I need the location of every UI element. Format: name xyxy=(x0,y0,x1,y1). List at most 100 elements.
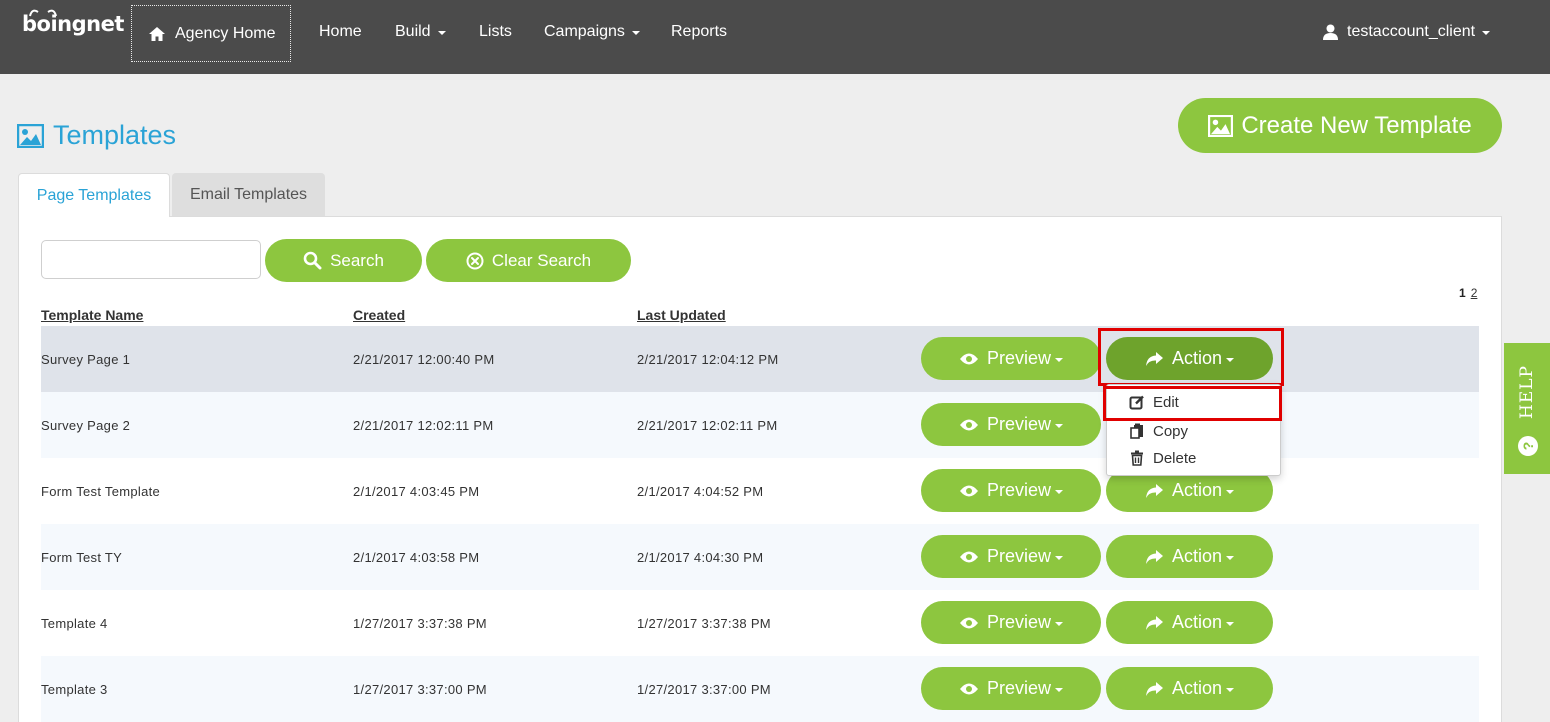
share-arrow-icon xyxy=(1145,483,1163,498)
agency-home-link[interactable]: Agency Home xyxy=(131,5,291,62)
agency-home-label: Agency Home xyxy=(175,24,276,42)
preview-label: Preview xyxy=(986,480,1052,500)
nav-home[interactable]: Home xyxy=(319,23,362,41)
action-button[interactable]: Action xyxy=(1106,535,1273,578)
nav-reports[interactable]: Reports xyxy=(671,23,727,41)
search-button-label: Search xyxy=(330,250,384,270)
caret-down-icon xyxy=(1226,621,1235,626)
share-arrow-icon xyxy=(1145,549,1163,564)
row-template-name: Survey Page 2 xyxy=(41,417,131,433)
image-icon xyxy=(17,123,44,148)
search-button[interactable]: Search xyxy=(265,239,422,282)
clear-search-button[interactable]: Clear Search xyxy=(426,239,631,282)
row-template-name: Template 4 xyxy=(41,615,108,631)
caret-down-icon xyxy=(1055,621,1064,626)
clear-search-button-label: Clear Search xyxy=(491,250,592,270)
row-template-name: Form Test Template xyxy=(41,483,161,499)
nav-build-label: Build xyxy=(395,23,431,40)
row-last-updated: 1/27/2017 3:37:38 PM xyxy=(637,615,771,631)
preview-button[interactable]: Preview xyxy=(921,337,1101,380)
logo-horns-icon xyxy=(29,9,57,17)
image-icon xyxy=(1208,114,1234,137)
eye-icon xyxy=(959,683,978,694)
menu-item-delete[interactable]: Delete xyxy=(1107,445,1282,471)
copy-icon xyxy=(1130,423,1143,439)
row-created: 2/1/2017 4:03:58 PM xyxy=(353,549,480,565)
nav-lists-label: Lists xyxy=(479,23,512,40)
menu-item-delete-label: Delete xyxy=(1153,449,1197,467)
eye-icon xyxy=(959,617,978,628)
preview-button[interactable]: Preview xyxy=(921,469,1101,512)
tab-email-templates-label: Email Templates xyxy=(189,186,308,203)
menu-item-copy[interactable]: Copy xyxy=(1107,418,1282,444)
caret-down-icon xyxy=(1226,489,1235,494)
user-icon xyxy=(1323,24,1338,40)
eye-icon xyxy=(959,419,978,430)
nav-build[interactable]: Build xyxy=(395,23,446,41)
preview-label: Preview xyxy=(986,612,1052,632)
row-created: 1/27/2017 3:37:38 PM xyxy=(353,615,487,631)
caret-down-icon xyxy=(1055,687,1064,692)
preview-button[interactable]: Preview xyxy=(921,601,1101,644)
column-header-template-name[interactable]: Template Name xyxy=(41,307,143,323)
caret-down-icon xyxy=(1226,555,1235,560)
column-header-last-updated[interactable]: Last Updated xyxy=(637,307,726,323)
table-row: Template 4 1/27/2017 3:37:38 PM 1/27/201… xyxy=(41,590,1479,656)
tab-page-templates-label: Page Templates xyxy=(36,186,152,204)
search-input[interactable] xyxy=(41,240,261,279)
tab-email-templates[interactable]: Email Templates xyxy=(172,173,325,217)
row-template-name: Form Test TY xyxy=(41,549,123,565)
row-created: 2/21/2017 12:00:40 PM xyxy=(353,351,495,367)
action-label: Action xyxy=(1171,612,1223,632)
caret-down-icon xyxy=(1055,423,1064,428)
eye-icon xyxy=(959,551,978,562)
row-last-updated: 2/21/2017 12:02:11 PM xyxy=(637,417,778,433)
row-last-updated: 2/1/2017 4:04:30 PM xyxy=(637,549,764,565)
user-menu[interactable]: testaccount_client xyxy=(1323,23,1491,41)
nav-campaigns[interactable]: Campaigns xyxy=(544,23,640,41)
tab-page-templates[interactable]: Page Templates xyxy=(18,173,170,217)
menu-item-copy-label: Copy xyxy=(1153,422,1189,440)
preview-button[interactable]: Preview xyxy=(921,535,1101,578)
pagination: 12 xyxy=(1459,286,1477,300)
action-button[interactable]: Action xyxy=(1106,667,1273,710)
page-link-2[interactable]: 2 xyxy=(1471,286,1478,300)
preview-label: Preview xyxy=(986,414,1052,434)
create-new-template-label: Create New Template xyxy=(1241,111,1472,139)
preview-label: Preview xyxy=(986,546,1052,566)
table-row: Form Test TY 2/1/2017 4:03:58 PM 2/1/201… xyxy=(41,524,1479,590)
page-title: Templates xyxy=(17,120,176,151)
row-last-updated: 2/1/2017 4:04:52 PM xyxy=(637,483,764,499)
preview-button[interactable]: Preview xyxy=(921,667,1101,710)
caret-down-icon xyxy=(1055,489,1064,494)
column-header-created[interactable]: Created xyxy=(353,307,405,323)
row-created: 2/21/2017 12:02:11 PM xyxy=(353,417,494,433)
caret-down-icon xyxy=(1055,357,1064,362)
highlight-edit-item xyxy=(1103,386,1282,421)
search-icon xyxy=(303,251,322,270)
action-button[interactable]: Action xyxy=(1106,601,1273,644)
share-arrow-icon xyxy=(1145,681,1163,696)
trash-icon xyxy=(1131,450,1143,466)
page-title-text: Templates xyxy=(53,120,177,150)
nav-home-label: Home xyxy=(319,23,362,40)
table-row: Template 3 1/27/2017 3:37:00 PM 1/27/201… xyxy=(41,656,1479,722)
share-arrow-icon xyxy=(1145,615,1163,630)
home-icon xyxy=(149,26,165,41)
nav-campaigns-label: Campaigns xyxy=(544,23,625,40)
eye-icon xyxy=(959,353,978,364)
action-label: Action xyxy=(1171,546,1223,566)
eye-icon xyxy=(959,485,978,496)
preview-button[interactable]: Preview xyxy=(921,403,1101,446)
question-icon: ? xyxy=(1518,436,1538,456)
row-last-updated: 1/27/2017 3:37:00 PM xyxy=(637,681,771,697)
caret-down-icon xyxy=(1055,555,1064,560)
brand-logo[interactable]: boingnet xyxy=(22,9,124,36)
caret-down-icon xyxy=(437,31,446,35)
create-new-template-button[interactable]: Create New Template xyxy=(1178,98,1502,153)
caret-down-icon xyxy=(631,31,640,35)
row-template-name: Template 3 xyxy=(41,681,108,697)
row-template-name: Survey Page 1 xyxy=(41,351,131,367)
nav-lists[interactable]: Lists xyxy=(479,23,512,41)
help-tab[interactable]: HELP ? xyxy=(1504,343,1550,474)
